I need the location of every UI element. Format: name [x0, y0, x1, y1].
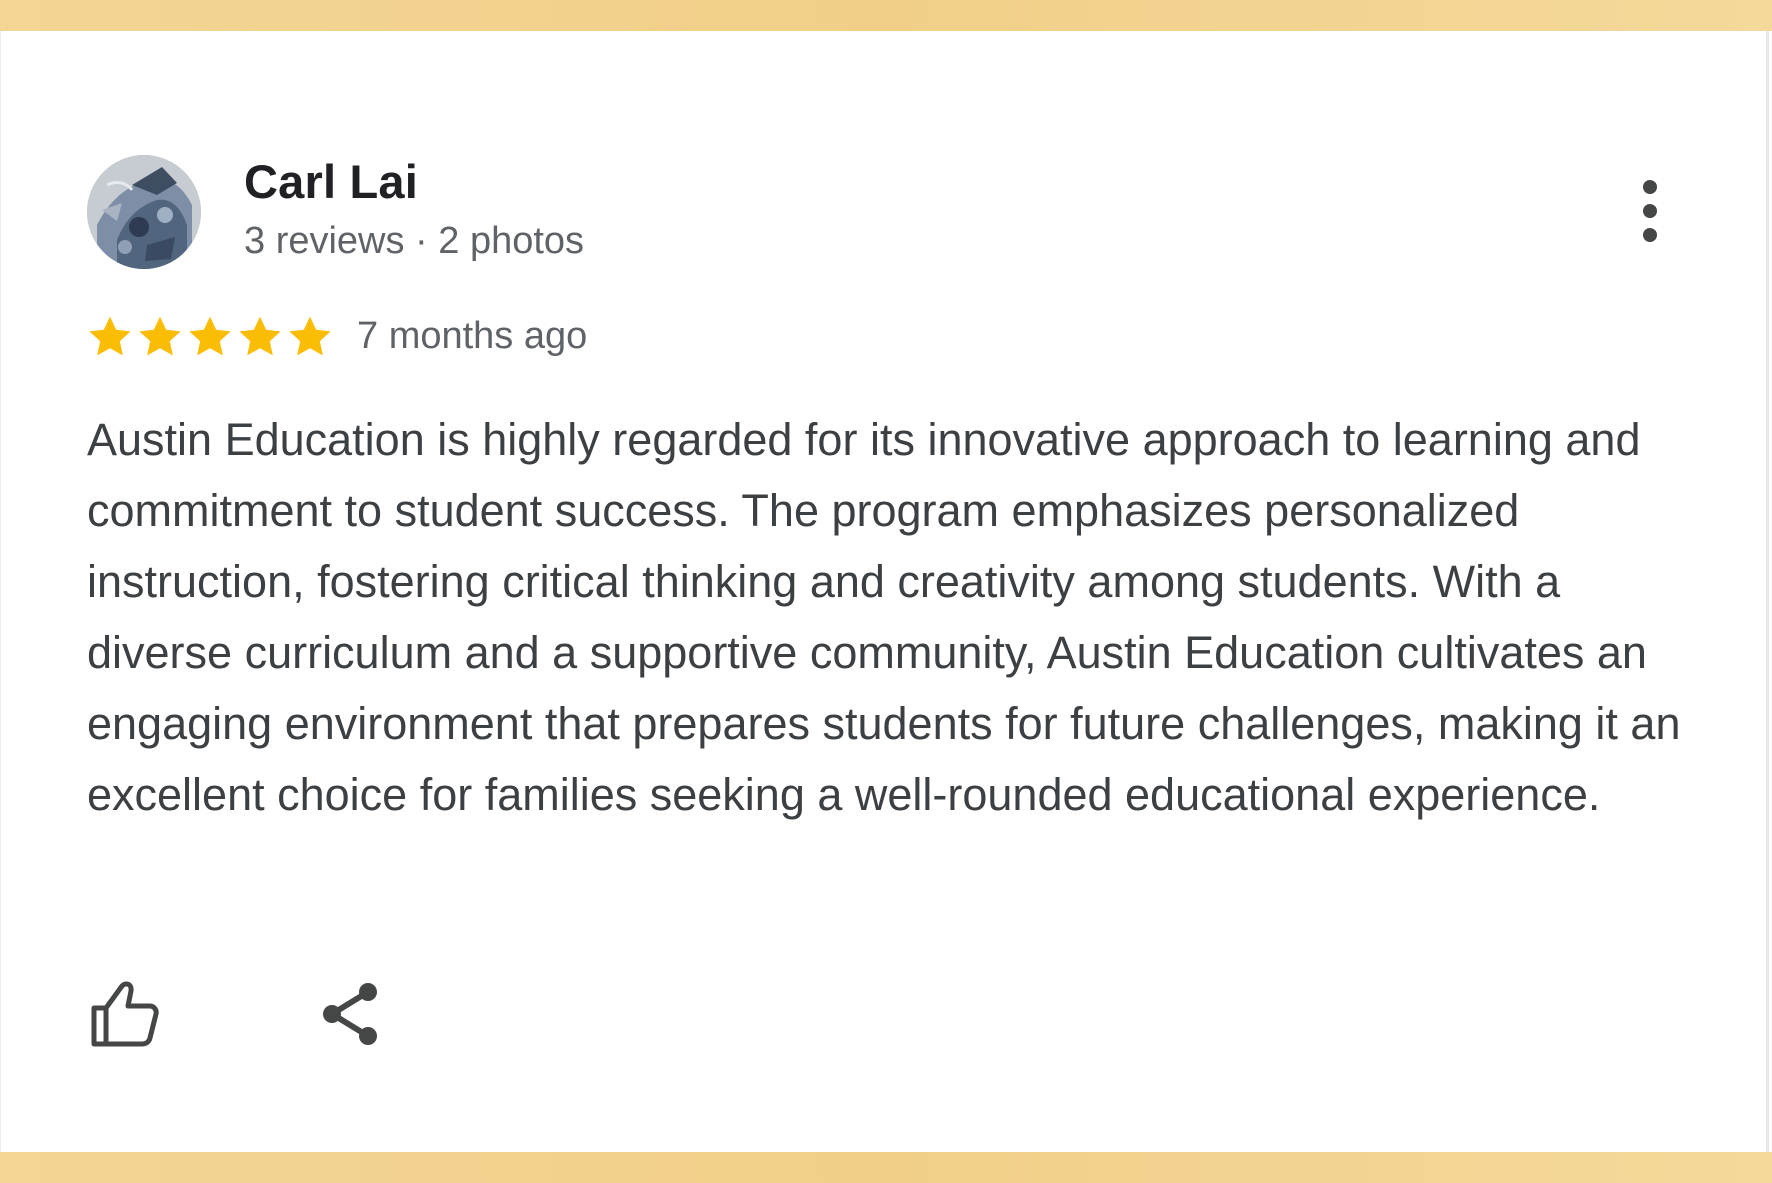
author-meta: 3 reviews · 2 photos — [244, 220, 585, 262]
star-icon — [139, 316, 181, 356]
author-name[interactable]: Carl Lai — [244, 154, 418, 209]
star-icon — [189, 316, 231, 356]
more-options-button[interactable] — [1630, 176, 1670, 246]
thumbs-up-icon — [91, 981, 159, 1047]
share-icon — [323, 983, 377, 1045]
like-button[interactable] — [88, 978, 160, 1050]
top-gold-band — [0, 0, 1772, 31]
review-text: Austin Education is highly regarded for … — [87, 414, 1681, 820]
star-rating — [86, 313, 334, 361]
bottom-gold-band — [0, 1152, 1772, 1183]
star-icon — [89, 316, 131, 356]
more-vert-icon — [1643, 180, 1657, 242]
avatar-photo-icon — [87, 155, 201, 269]
star-icon — [239, 316, 281, 356]
share-button[interactable] — [318, 980, 384, 1048]
star-icon — [289, 316, 331, 356]
avatar[interactable] — [87, 155, 201, 269]
review-time: 7 months ago — [357, 315, 588, 357]
review-screenshot: Carl Lai 3 reviews · 2 photos 7 months a… — [0, 0, 1772, 1183]
